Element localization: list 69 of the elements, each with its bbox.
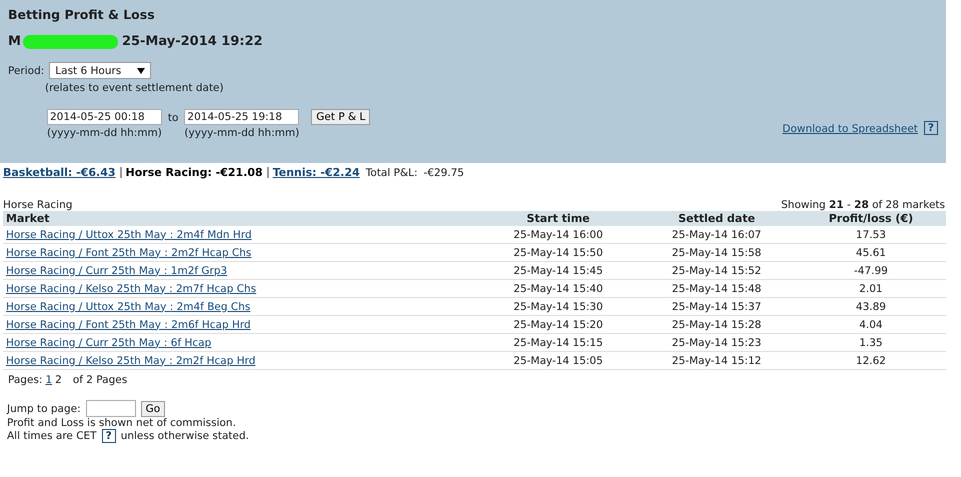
footer-note: All times are CET	[7, 430, 97, 442]
sport-filter[interactable]: Horse Racing: -€21.08	[126, 166, 263, 179]
table-cell: 1.35	[859, 336, 883, 348]
market-link[interactable]: Horse Racing / Font 25th May : 2m2f Hcap Chs	[6, 246, 252, 258]
footer-note: Profit and Loss is shown net of commission.	[7, 417, 236, 429]
table-cell: 45.61	[856, 246, 886, 258]
table-cell: 25-May-14 15:58	[672, 246, 762, 258]
table-cell: 25-May-14 15:05	[514, 354, 603, 366]
to-label: to	[168, 112, 178, 124]
help-button[interactable]: ?	[102, 429, 116, 443]
to-date-field[interactable]: 2014-05-25 19:18	[184, 109, 300, 125]
table-cell: 43.89	[856, 300, 886, 312]
table-cell: 25-May-14 15:12	[672, 354, 762, 366]
table-cell: 12.62	[856, 354, 886, 366]
period-label: Period:	[8, 64, 44, 76]
from-date-field[interactable]: 2014-05-25 00:18	[47, 109, 162, 125]
table-cell: 2.01	[859, 282, 883, 294]
total-label: Total P&L:	[366, 166, 418, 178]
table-cell: -47.99	[854, 264, 888, 276]
table-cell: 25-May-14 15:40	[514, 282, 603, 294]
table-cell: 25-May-14 15:37	[672, 300, 762, 312]
page-title: Betting Profit & Loss	[8, 7, 156, 22]
market-link[interactable]: Horse Racing / Uttox 25th May : 2m4f Mdn Hrd	[6, 228, 252, 240]
column-header: Start time	[479, 211, 638, 226]
table-cell: 25-May-14 15:30	[514, 300, 603, 312]
go-button[interactable]: Go	[140, 400, 166, 416]
table-cell: 4.04	[859, 318, 883, 330]
table-cell: 25-May-14 15:45	[514, 264, 603, 276]
column-header: Market	[3, 211, 479, 226]
page-link[interactable]: 2	[55, 374, 62, 386]
market-link[interactable]: Horse Racing / Kelso 25th May : 2m2f Hcap Hrd	[6, 354, 256, 366]
table-cell: 25-May-14 15:50	[514, 246, 603, 258]
date-format-hint: (yyyy-mm-dd hh:mm)	[47, 127, 162, 139]
table-cell: 25-May-14 16:00	[514, 228, 603, 240]
account-name: M	[8, 34, 21, 49]
table-cell: 25-May-14 15:28	[672, 318, 762, 330]
table-cell: 17.53	[856, 228, 886, 240]
period-dropdown[interactable]: Last 6 Hours	[49, 62, 152, 79]
results-count: Showing 21 - 28 of 28 markets	[781, 199, 945, 211]
jump-label: Jump to page:	[7, 402, 81, 414]
dropdown-arrow-icon	[137, 68, 146, 74]
market-link[interactable]: Horse Racing / Font 25th May : 2m6f Hcap Hrd	[6, 318, 251, 330]
report-timestamp: 25-May-2014 19:22	[122, 34, 263, 49]
table-cell: 25-May-14 15:20	[514, 318, 603, 330]
table-cell: 25-May-14 15:15	[514, 336, 603, 348]
market-link[interactable]: Horse Racing / Curr 25th May : 6f Hcap	[6, 336, 212, 348]
help-button[interactable]: ?	[924, 121, 938, 135]
period-note: (relates to event settlement date)	[45, 82, 225, 94]
market-link[interactable]: Horse Racing / Curr 25th May : 1m2f Grp3	[6, 264, 228, 276]
footer-note: unless otherwise stated.	[120, 430, 249, 442]
table-cell: 25-May-14 16:07	[672, 228, 762, 240]
pages-label: Pages:	[8, 374, 42, 386]
pages-summary: of 2 Pages	[72, 374, 128, 386]
download-link[interactable]: Download to Spreadsheet	[782, 123, 918, 135]
table-cell: 25-May-14 15:48	[672, 282, 762, 294]
get-pl-button[interactable]: Get P & L	[311, 109, 370, 125]
table-cell: 25-May-14 15:52	[672, 264, 762, 276]
market-link[interactable]: Horse Racing / Kelso 25th May : 2m7f Hcap Chs	[6, 282, 256, 294]
section-title: Horse Racing	[3, 199, 72, 211]
sport-filter[interactable]: Tennis: -€2.24	[272, 166, 360, 179]
column-header: Settled date	[637, 211, 796, 226]
sport-filter[interactable]: Basketball: -€6.43	[3, 166, 116, 179]
total-value: -€29.75	[424, 166, 464, 178]
market-link[interactable]: Horse Racing / Uttox 25th May : 2m4f Beg Chs	[6, 300, 250, 312]
page-number-field[interactable]	[86, 400, 136, 417]
column-header: Profit/loss (€)	[796, 211, 946, 226]
table-cell: 25-May-14 15:23	[672, 336, 762, 348]
page-link[interactable]: 1	[45, 374, 52, 386]
date-format-hint: (yyyy-mm-dd hh:mm)	[184, 127, 300, 139]
